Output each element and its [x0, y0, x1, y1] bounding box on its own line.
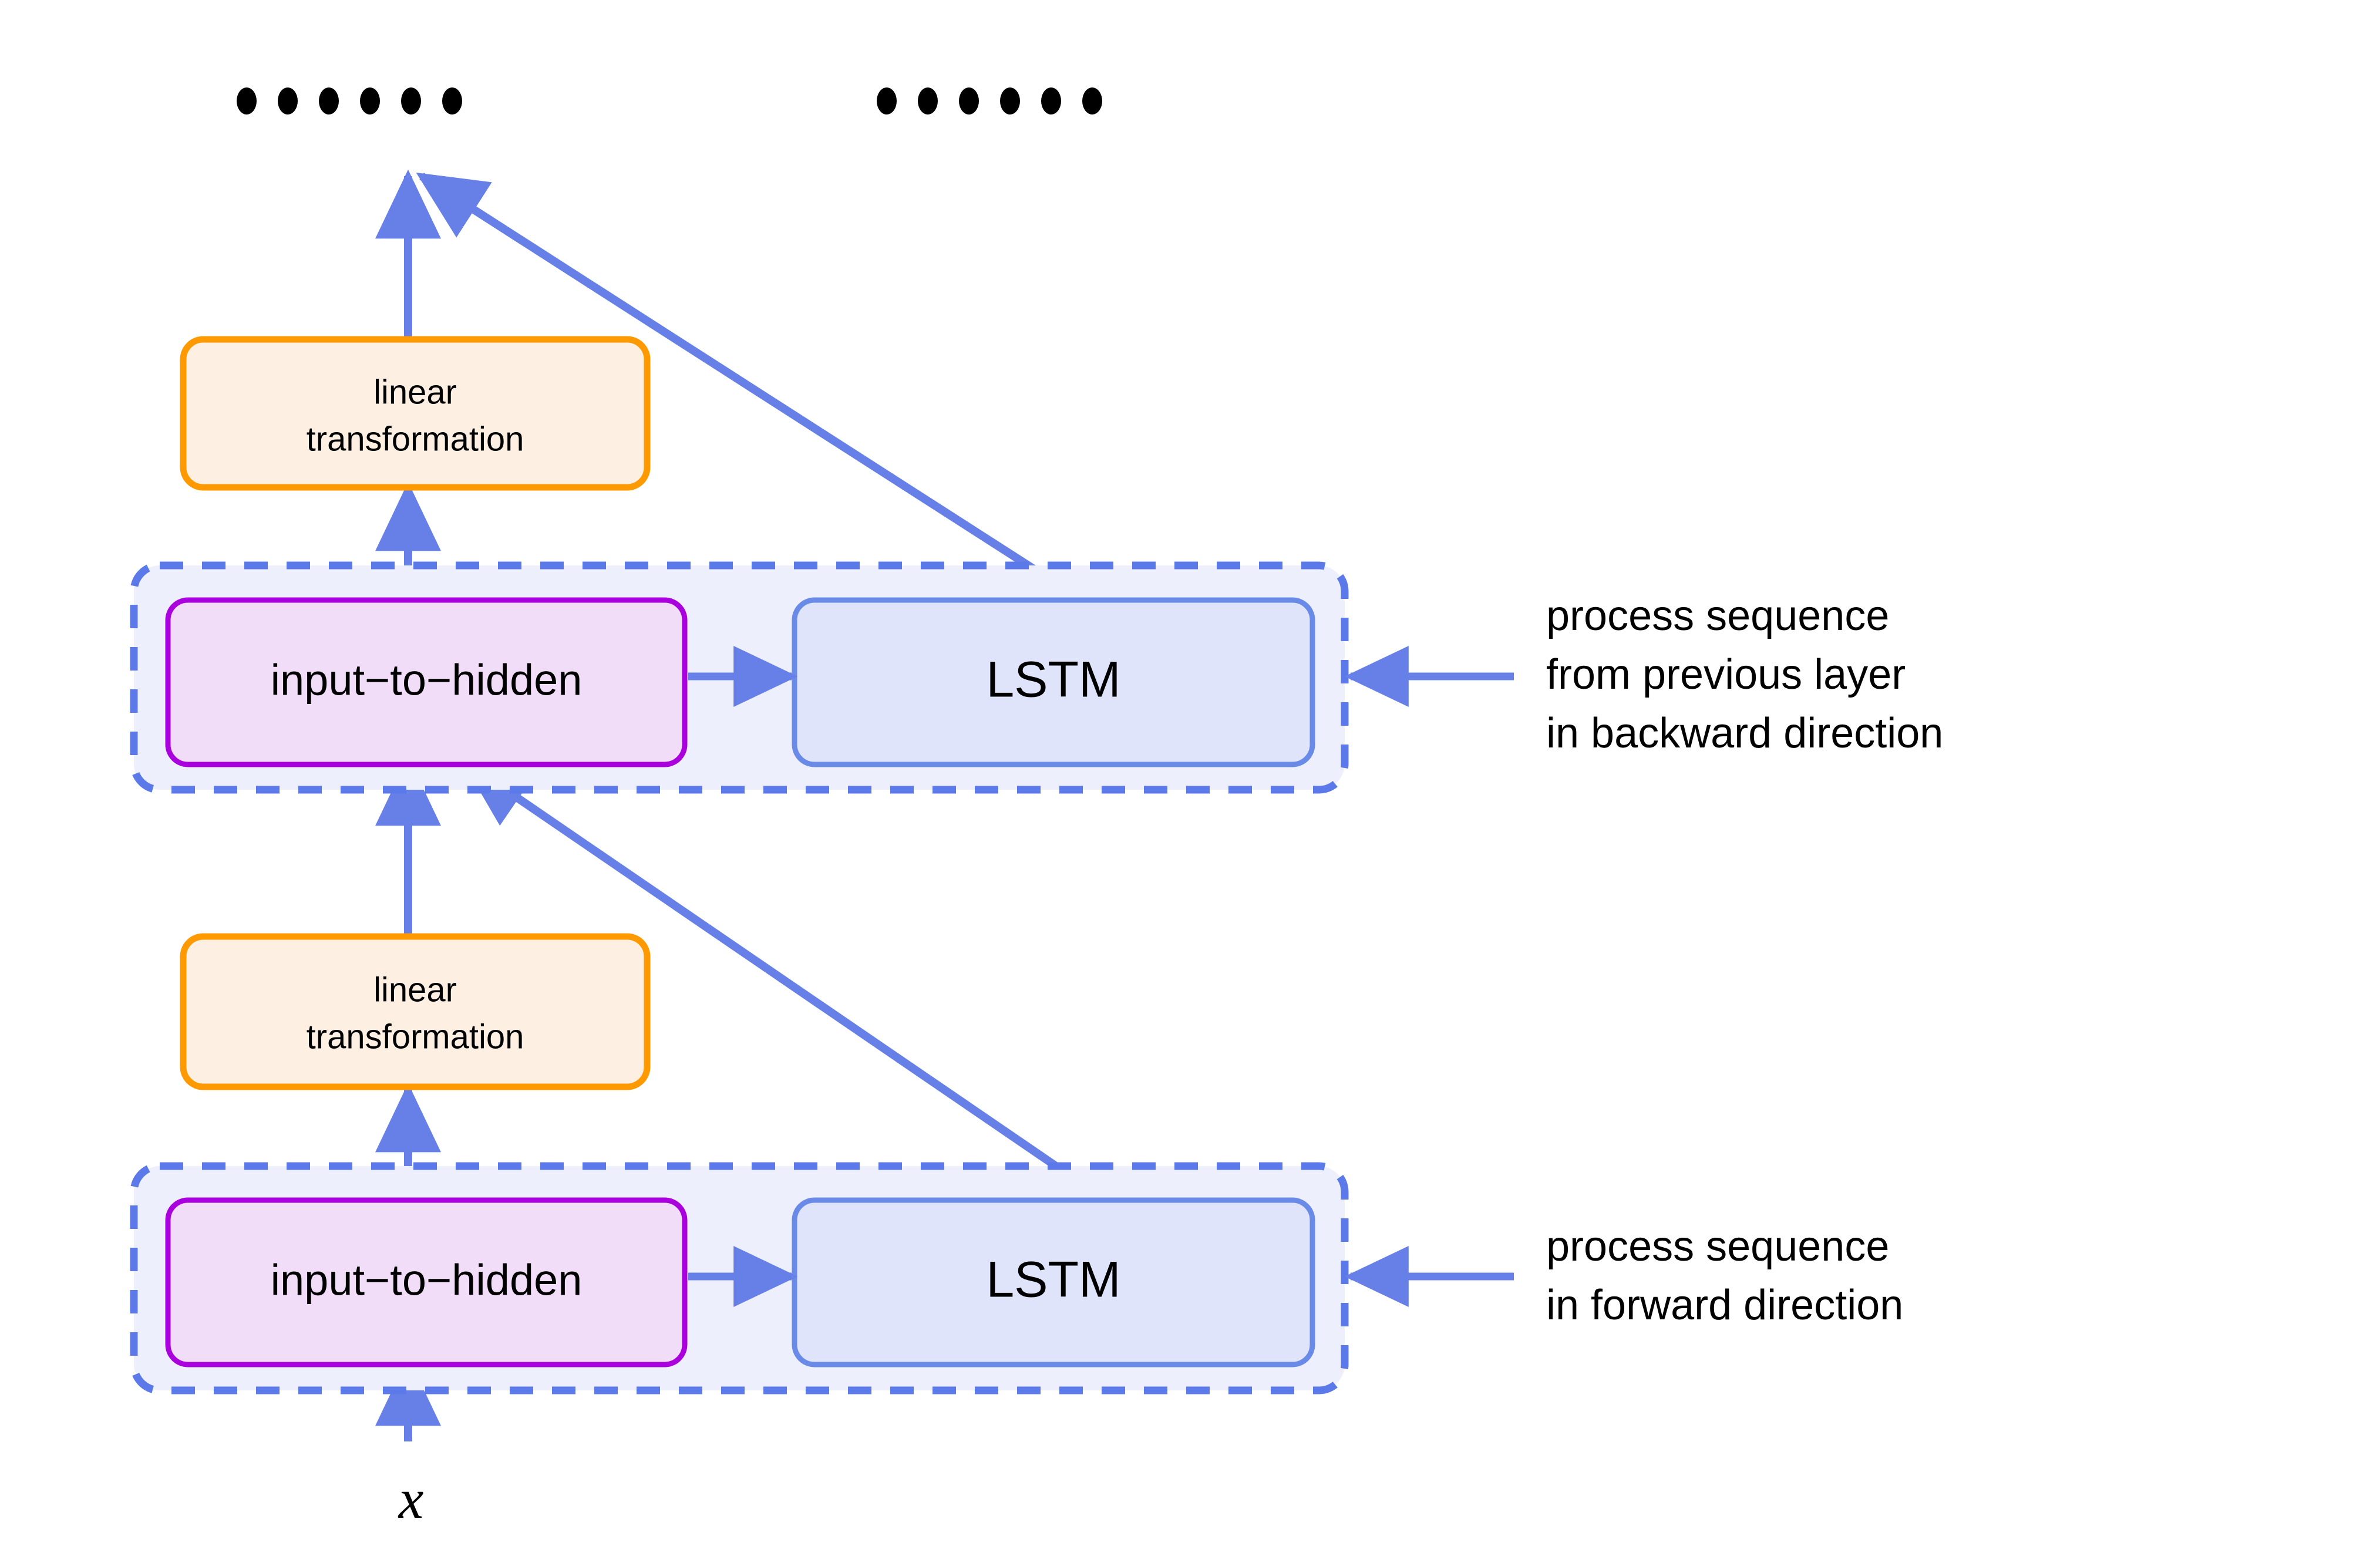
forward-annotation-line-1: process sequence	[1546, 1223, 1889, 1270]
backward-annotation-line-1: process sequence	[1546, 592, 1889, 639]
ellipsis-dot	[918, 87, 938, 114]
forward-linear-transformation-box[interactable]	[180, 933, 651, 1090]
ellipsis-dot	[401, 87, 421, 114]
backward-annotation-line-2: from previous layer	[1546, 651, 1906, 698]
ellipsis-dot	[1000, 87, 1020, 114]
ellipsis-dot	[877, 87, 897, 114]
backward-input-to-hidden-label: input−to−hidden	[271, 656, 583, 705]
backward-annotation-line-3: in backward direction	[1546, 710, 1943, 757]
ellipsis-dot	[1041, 87, 1061, 114]
ellipsis-dot	[360, 87, 380, 114]
ellipsis-dots-right-group	[877, 87, 1102, 114]
backward-layer-group: input−to−hidden LSTM	[130, 561, 1349, 794]
ellipsis-dot	[442, 87, 462, 114]
forward-linear-label-line2: transformation	[307, 1018, 524, 1056]
forward-annotation-group: process sequence in forward direction	[1344, 1223, 1903, 1329]
backward-linear-transformation-group: linear transformation	[180, 336, 651, 491]
forward-annotation-line-2: in forward direction	[1546, 1282, 1903, 1329]
backward-lstm-label: LSTM	[986, 652, 1120, 708]
forward-layer-group: input−to−hidden LSTM	[130, 1162, 1349, 1394]
ellipsis-dot	[278, 87, 298, 114]
ellipsis-dot	[1082, 87, 1102, 114]
ellipsis-dots-left-group	[237, 87, 462, 114]
backward-linear-transformation-box[interactable]	[180, 336, 651, 491]
ellipsis-dot	[319, 87, 339, 114]
forward-lstm-label: LSTM	[986, 1252, 1120, 1308]
input-symbol-x: x	[398, 1467, 424, 1530]
forward-linear-transformation-group: linear transformation	[180, 933, 651, 1090]
forward-input-to-hidden-label: input−to−hidden	[271, 1256, 583, 1305]
backward-linear-label-line2: transformation	[307, 420, 524, 458]
backward-linear-label-line1: linear	[373, 373, 457, 411]
ellipsis-dot	[237, 87, 257, 114]
backward-annotation-group: process sequence from previous layer in …	[1344, 592, 1943, 757]
diagram-canvas: input−to−hidden LSTM linear transformati…	[130, 87, 1943, 1530]
forward-linear-label-line1: linear	[373, 971, 457, 1009]
ellipsis-dot	[959, 87, 979, 114]
diagram-root: input−to−hidden LSTM linear transformati…	[0, 0, 2380, 1563]
